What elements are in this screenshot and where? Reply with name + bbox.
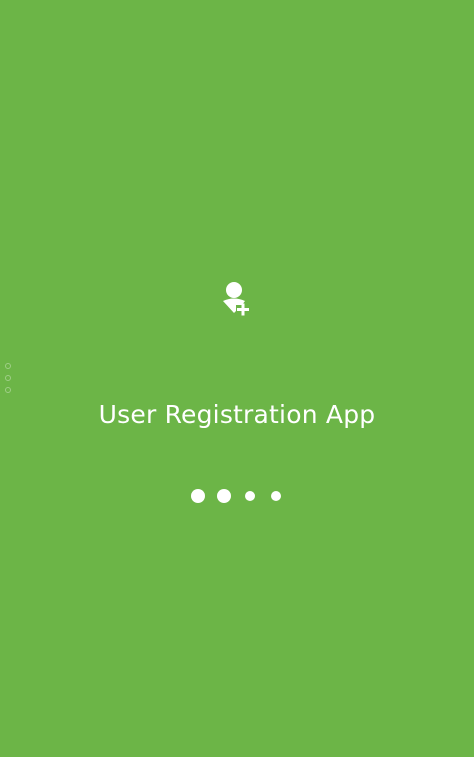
handle-dot [5, 387, 11, 393]
loading-dot [217, 489, 231, 503]
handle-dot [5, 375, 11, 381]
loading-dot [245, 491, 255, 501]
app-title: User Registration App [98, 400, 376, 429]
splash-screen: User Registration App [0, 0, 474, 757]
loading-indicator [0, 488, 474, 504]
loading-dot [271, 491, 281, 501]
side-drawer-handle[interactable] [5, 363, 13, 395]
handle-dot [5, 363, 11, 369]
add-user-icon [223, 282, 249, 316]
loading-dot [191, 489, 205, 503]
